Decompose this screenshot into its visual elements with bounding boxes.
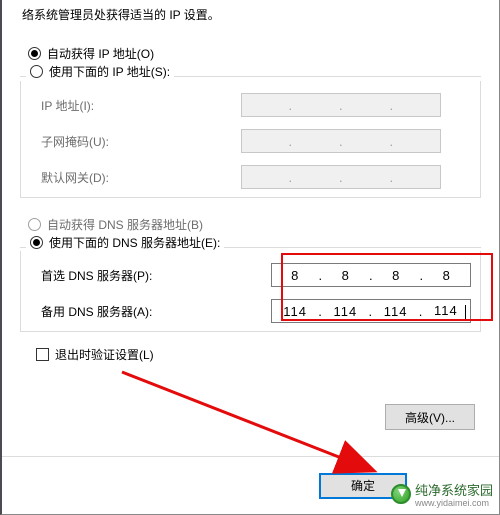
alternate-dns-label: 备用 DNS 服务器(A): [41,303,271,320]
advanced-button[interactable]: 高级(V)... [385,404,475,430]
validate-on-exit[interactable]: 退出时验证设置(L) [36,346,499,363]
ok-button[interactable]: 确定 [319,473,407,499]
radio-manual-ip-label: 使用下面的 IP 地址(S): [49,63,170,80]
alternate-dns-input[interactable]: 114. 114. 114. 114 [271,299,471,323]
ip-address-group: 自动获得 IP 地址(O) 使用下面的 IP 地址(S): IP 地址(I): … [20,39,481,198]
ip-fields: IP 地址(I): ... 子网掩码(U): ... 默认网关(D): ... [20,81,481,198]
ip-address-row: IP 地址(I): ... [21,87,480,123]
subnet-mask-row: 子网掩码(U): ... [21,123,480,159]
preferred-dns-input[interactable]: 8. 8. 8. 8 [271,263,471,287]
radio-auto-dns-label: 自动获得 DNS 服务器地址(B) [47,216,203,233]
ok-button-label: 确定 [351,477,375,494]
preferred-dns-row: 首选 DNS 服务器(P): 8. 8. 8. 8 [21,257,480,293]
gateway-row: 默认网关(D): ... [21,159,480,195]
radio-manual-dns[interactable]: 使用下面的 DNS 服务器地址(E): [26,234,224,251]
radio-icon [30,65,43,78]
advanced-button-label: 高级(V)... [405,409,455,426]
radio-manual-ip[interactable]: 使用下面的 IP 地址(S): [26,63,174,80]
dns-group: 自动获得 DNS 服务器地址(B) 使用下面的 DNS 服务器地址(E): 首选… [20,210,481,332]
radio-icon [30,236,43,249]
alternate-dns-row: 备用 DNS 服务器(A): 114. 114. 114. 114 [21,293,480,329]
dns-fields: 首选 DNS 服务器(P): 8. 8. 8. 8 备用 DNS 服务器(A):… [20,251,481,332]
cancel-button-area [417,473,477,499]
ip-address-input: ... [241,93,441,117]
subnet-mask-input: ... [241,129,441,153]
dialog-button-row: 确定 [2,456,499,514]
radio-auto-ip-label: 自动获得 IP 地址(O) [47,45,154,62]
gateway-input: ... [241,165,441,189]
radio-icon [28,47,41,60]
subnet-mask-label: 子网掩码(U): [41,133,241,150]
text-caret [465,305,466,319]
tcpip-properties-dialog: 络系统管理员处获得适当的 IP 设置。 自动获得 IP 地址(O) 使用下面的 … [0,0,500,515]
preferred-dns-label: 首选 DNS 服务器(P): [41,267,271,284]
radio-icon [28,218,41,231]
ip-address-label: IP 地址(I): [41,97,241,114]
validate-on-exit-label: 退出时验证设置(L) [55,346,154,363]
radio-manual-dns-label: 使用下面的 DNS 服务器地址(E): [49,234,220,251]
checkbox-icon [36,348,49,361]
gateway-label: 默认网关(D): [41,169,241,186]
info-text: 络系统管理员处获得适当的 IP 设置。 [2,0,499,39]
